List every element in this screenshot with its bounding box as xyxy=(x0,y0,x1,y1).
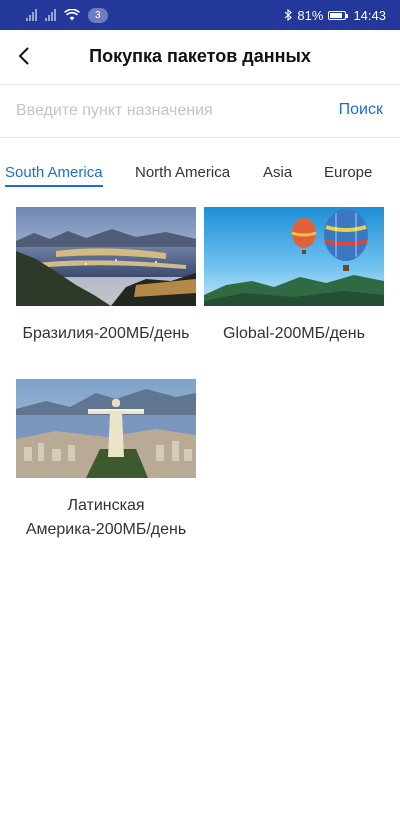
battery-icon xyxy=(328,10,349,20)
app-header: Покупка пакетов данных xyxy=(0,30,400,84)
search-button[interactable]: Поиск xyxy=(339,101,383,119)
package-label: Global-200МБ/день xyxy=(223,325,365,342)
package-label: Латинская Америка-200МБ/день xyxy=(25,497,187,538)
package-card-brazil[interactable]: Бразилия-200МБ/день xyxy=(16,207,196,346)
tab-south-america[interactable]: South America xyxy=(5,164,103,187)
search-input[interactable] xyxy=(16,99,316,123)
tab-asia[interactable]: Asia xyxy=(263,164,292,181)
signal-icon-secondary xyxy=(45,9,56,21)
region-tabs: South America North America Asia Europe xyxy=(0,160,400,190)
package-card-global[interactable]: Global-200МБ/день xyxy=(204,207,384,346)
tab-north-america[interactable]: North America xyxy=(135,164,230,181)
package-card-latin-america[interactable]: Латинская Америка-200МБ/день xyxy=(16,379,196,542)
bluetooth-icon xyxy=(285,9,293,21)
hot-air-balloons-image xyxy=(204,207,384,306)
tab-europe[interactable]: Europe xyxy=(324,164,372,181)
wifi-icon xyxy=(64,9,80,21)
notification-count-badge: 3 xyxy=(88,7,108,23)
search-bar: Поиск xyxy=(0,85,400,137)
status-bar: 3 81% 14:43 xyxy=(0,0,400,30)
package-label: Бразилия-200МБ/день xyxy=(22,325,190,342)
christ-the-redeemer-image xyxy=(16,379,196,478)
signal-icon xyxy=(26,9,37,21)
battery-percent: 81% xyxy=(297,7,324,23)
page-title: Покупка пакетов данных xyxy=(89,46,311,66)
clock: 14:43 xyxy=(353,7,386,23)
status-left: 3 xyxy=(26,7,108,23)
rio-night-panorama-image xyxy=(16,207,196,306)
search-divider xyxy=(0,137,400,138)
status-right: 81% 14:43 xyxy=(284,8,386,23)
